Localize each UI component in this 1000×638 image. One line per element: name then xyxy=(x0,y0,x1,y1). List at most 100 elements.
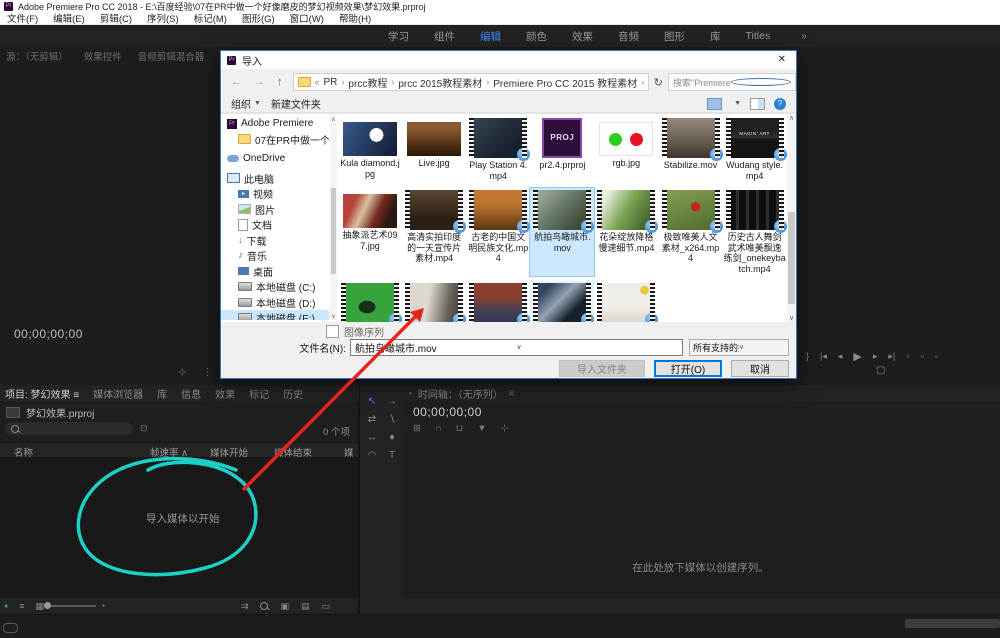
chevron-down-icon[interactable]: ∨ xyxy=(648,77,649,88)
sidebar-item-picture[interactable]: 图片 xyxy=(221,202,329,218)
horizontal-scrollbar[interactable] xyxy=(905,619,1000,628)
file-tile[interactable]: rgb.jpg xyxy=(594,116,658,183)
project-tab-other[interactable]: 效果 xyxy=(215,386,235,401)
add-marker-icon[interactable]: ▼ xyxy=(477,423,486,434)
file-tile[interactable]: ▶古老的中国文明民族文化.mp4 xyxy=(466,188,530,276)
icon-view-icon[interactable]: ▦ xyxy=(36,601,45,612)
pen-tool[interactable]: ♦ xyxy=(383,429,401,445)
sidebar-item-document[interactable]: 文档 xyxy=(221,217,329,233)
organize-button[interactable]: 组织 xyxy=(231,96,251,111)
file-tile[interactable]: Kula diamond.jpg xyxy=(338,116,402,183)
sidebar-item-desktop[interactable]: 桌面 xyxy=(221,264,329,280)
search-options-icon[interactable]: ⊡ xyxy=(140,423,148,434)
mark-out-icon[interactable]: } xyxy=(806,351,809,361)
sidebar-item-drive[interactable]: 本地磁盘 (E:) xyxy=(221,310,329,320)
file-tile[interactable]: MAGIN' ART▶Wudang style.mp4 xyxy=(723,116,787,183)
track-select-forward-tool[interactable]: → xyxy=(383,393,401,409)
folder-tree-scrollbar[interactable]: ∧ ∨ xyxy=(330,116,337,320)
breadcrumb-segment[interactable]: PR xyxy=(324,77,338,88)
export-frame-icon[interactable]: ▫ xyxy=(935,351,938,361)
breadcrumb-segment[interactable]: prcc 2015教程素材 xyxy=(398,75,482,90)
chevron-down-icon[interactable]: ∨ xyxy=(517,343,679,351)
close-icon[interactable]: ✕ xyxy=(778,54,786,65)
new-item-icon[interactable]: ▤ xyxy=(301,601,310,612)
project-tab-other[interactable]: 历史 xyxy=(283,386,303,401)
timeline-timecode[interactable]: 00;00;00;00 xyxy=(413,405,482,419)
sidebar-item-premiere[interactable]: PrAdobe Premiere xyxy=(221,116,329,132)
breadcrumb-overflow-icon[interactable]: « xyxy=(315,77,320,87)
project-tab-other[interactable]: 标记 xyxy=(249,386,269,401)
file-tile[interactable]: ▶航拍鸟瞰城市.mov xyxy=(530,188,594,276)
menu-item-窗[interactable]: 窗口(W) xyxy=(290,11,324,25)
up-button[interactable]: ↑ xyxy=(277,76,283,88)
selection-tool[interactable]: ↖ xyxy=(363,393,381,409)
import-media-hint[interactable]: 导入媒体以开始 xyxy=(146,511,220,526)
sidebar-item-pc[interactable]: 此电脑 xyxy=(221,171,329,187)
project-file-row[interactable]: 梦幻效果.prproj xyxy=(6,405,94,420)
file-tile[interactable]: Live.jpg xyxy=(402,116,466,183)
help-icon[interactable]: ? xyxy=(774,98,786,110)
refresh-icon[interactable]: ↻ xyxy=(654,76,663,89)
file-tile[interactable]: ▶Play Station 4.mp4 xyxy=(466,116,530,183)
timeline-tab[interactable]: • 时间轴：（无序列） ≡ xyxy=(401,385,1000,401)
workspace-tab-效果[interactable]: 效果 xyxy=(572,29,593,44)
insert-overwrite-icon[interactable]: ⊞ xyxy=(413,423,421,434)
sidebar-item-drive[interactable]: 本地磁盘 (C:) xyxy=(221,279,329,295)
chevron-down-icon[interactable]: ▼ xyxy=(734,100,741,107)
preview-pane-icon[interactable] xyxy=(750,98,765,110)
sidebar-item-onedrive[interactable]: OneDrive xyxy=(221,151,329,167)
menu-item-帮[interactable]: 帮助(H) xyxy=(339,11,371,25)
monitor-tab[interactable]: 源：（无剪辑） xyxy=(6,49,68,63)
scroll-down-icon[interactable]: ∨ xyxy=(330,313,337,320)
file-tile[interactable]: ▶历史古人舞剑武术唯美飘逸练剑_onekeybatch.mp4 xyxy=(723,188,787,276)
find-icon[interactable] xyxy=(260,602,268,610)
workspace-tab-图形[interactable]: 图形 xyxy=(664,29,685,44)
thumbnail-zoom-slider[interactable] xyxy=(48,605,96,607)
clock-icon[interactable]: ◔ xyxy=(100,601,105,611)
menu-item-剪[interactable]: 剪辑(C) xyxy=(100,11,132,25)
timeline-settings-icon[interactable]: ⊹ xyxy=(501,423,509,434)
workspace-tab-Titles[interactable]: Titles xyxy=(746,30,771,42)
filename-input[interactable]: 航拍鸟瞰城市.mov ∨ xyxy=(350,339,683,356)
new-bin-icon[interactable]: ▣ xyxy=(280,601,289,612)
file-tile[interactable]: 抽象派艺术097.jpg xyxy=(338,188,402,276)
linked-selection-icon[interactable]: ⊔ xyxy=(456,423,463,434)
workspace-tab-学习[interactable]: 学习 xyxy=(388,29,409,44)
project-tab-other[interactable]: 库 xyxy=(157,386,167,401)
scroll-up-icon[interactable]: ∧ xyxy=(330,116,337,123)
workspace-tab-颜色[interactable]: 颜色 xyxy=(526,29,547,44)
slip-tool[interactable]: ↔ xyxy=(363,429,381,445)
scroll-up-icon[interactable]: ∧ xyxy=(787,114,796,122)
razor-tool[interactable]: ∖ xyxy=(383,411,401,427)
clear-icon[interactable]: ▭ xyxy=(321,601,330,612)
overflow-chevrons-icon[interactable]: » xyxy=(801,31,807,42)
file-tile[interactable]: ▶自由_onekeybatch.m xyxy=(594,281,658,322)
go-to-in-icon[interactable]: |◂ xyxy=(820,351,827,362)
workspace-tab-编辑[interactable]: 编辑 xyxy=(480,29,501,44)
automate-to-sequence-icon[interactable]: ⇉ xyxy=(241,601,249,612)
sidebar-item-download[interactable]: ↓下载 xyxy=(221,233,329,249)
ripple-edit-tool[interactable]: ⇄ xyxy=(363,411,381,427)
back-button[interactable]: ← xyxy=(231,76,242,88)
breadcrumb-segment[interactable]: Premiere Pro CC 2015 教程素材 xyxy=(493,75,637,90)
open-button[interactable]: 打开(O) xyxy=(654,360,722,377)
panel-menu-icon[interactable]: ≡ xyxy=(509,388,515,399)
file-tile[interactable]: ▶唐皇宫外景.mov xyxy=(466,281,530,322)
cancel-button[interactable]: 取消 xyxy=(731,360,789,377)
scroll-down-icon[interactable]: ∨ xyxy=(787,314,796,322)
file-tile[interactable]: ▶花朵绽放降格慢速细节.mp4 xyxy=(594,188,658,276)
new-folder-button[interactable]: 新建文件夹 xyxy=(271,96,321,111)
forward-button[interactable]: → xyxy=(254,76,265,88)
breadcrumb[interactable]: «PR›prcc教程›prcc 2015教程素材›Premiere Pro CC… xyxy=(293,73,649,91)
change-view-icon[interactable] xyxy=(707,98,722,110)
export-frame-button[interactable]: ▢ xyxy=(876,365,885,376)
hand-tool[interactable]: ◠ xyxy=(363,447,381,463)
sidebar-item-folder[interactable]: 07在PR中做一个 xyxy=(221,132,329,148)
extract-icon[interactable]: ▫ xyxy=(920,351,923,361)
file-tile[interactable]: ▶Stabilize.mov xyxy=(658,116,722,183)
menu-item-编[interactable]: 编辑(E) xyxy=(53,11,85,25)
sidebar-item-drive[interactable]: 本地磁盘 (D:) xyxy=(221,295,329,311)
project-tab-other[interactable]: 信息 xyxy=(181,386,201,401)
file-tile[interactable]: PROJpr2.4.prproj xyxy=(530,116,594,183)
workspace-tab-组件[interactable]: 组件 xyxy=(434,29,455,44)
